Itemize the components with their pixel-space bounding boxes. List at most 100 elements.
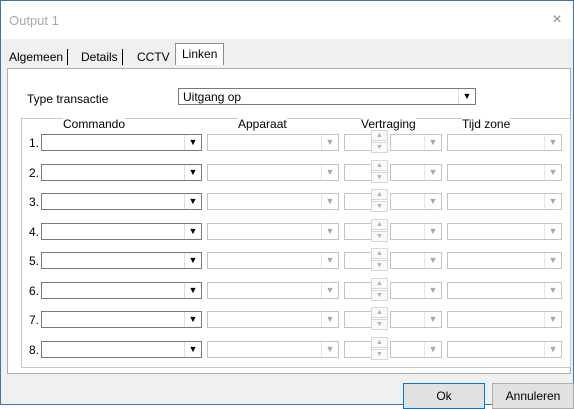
commando-select[interactable]: ▼ (41, 193, 202, 210)
commando-select[interactable]: ▼ (41, 164, 202, 181)
spin-up-icon[interactable]: ▲ (371, 278, 388, 289)
chevron-down-icon[interactable]: ▼ (321, 342, 338, 357)
vertraging-input[interactable] (344, 341, 372, 358)
chevron-down-icon[interactable]: ▼ (321, 165, 338, 180)
vertraging-spinner[interactable]: ▲ ▼ (371, 189, 388, 213)
chevron-down-icon[interactable]: ▼ (424, 342, 441, 357)
chevron-down-icon[interactable]: ▼ (544, 283, 561, 298)
type-transactie-select[interactable]: Uitgang op ▼ (178, 88, 476, 105)
vertraging-unit-select[interactable]: ▼ (390, 164, 442, 181)
vertraging-input[interactable] (344, 164, 372, 181)
spin-down-icon[interactable]: ▼ (371, 290, 388, 301)
chevron-down-icon[interactable]: ▼ (184, 135, 201, 150)
chevron-down-icon[interactable]: ▼ (424, 224, 441, 239)
chevron-down-icon[interactable]: ▼ (184, 253, 201, 268)
apparaat-select[interactable]: ▼ (207, 134, 339, 151)
vertraging-unit-select[interactable]: ▼ (390, 252, 442, 269)
vertraging-input[interactable] (344, 282, 372, 299)
tijd-zone-select[interactable]: ▼ (447, 252, 562, 269)
apparaat-select[interactable]: ▼ (207, 252, 339, 269)
tab-linken[interactable]: Linken (175, 43, 225, 65)
chevron-down-icon[interactable]: ▼ (184, 194, 201, 209)
spin-up-icon[interactable]: ▲ (371, 219, 388, 230)
tijd-zone-select[interactable]: ▼ (447, 164, 562, 181)
chevron-down-icon[interactable]: ▼ (424, 194, 441, 209)
chevron-down-icon[interactable]: ▼ (544, 135, 561, 150)
tijd-zone-select[interactable]: ▼ (447, 341, 562, 358)
chevron-down-icon[interactable]: ▼ (184, 165, 201, 180)
apparaat-select[interactable]: ▼ (207, 282, 339, 299)
tab-cctv[interactable]: CCTV (137, 49, 170, 65)
commando-select[interactable]: ▼ (41, 252, 202, 269)
vertraging-spinner[interactable]: ▲ ▼ (371, 219, 388, 243)
vertraging-unit-select[interactable]: ▼ (390, 193, 442, 210)
vertraging-spinner[interactable]: ▲ ▼ (371, 248, 388, 272)
tijd-zone-select[interactable]: ▼ (447, 223, 562, 240)
spin-up-icon[interactable]: ▲ (371, 337, 388, 348)
spin-down-icon[interactable]: ▼ (371, 319, 388, 330)
vertraging-input[interactable] (344, 193, 372, 210)
vertraging-unit-select[interactable]: ▼ (390, 341, 442, 358)
vertraging-input[interactable] (344, 223, 372, 240)
spin-up-icon[interactable]: ▲ (371, 248, 388, 259)
tijd-zone-select[interactable]: ▼ (447, 193, 562, 210)
chevron-down-icon[interactable]: ▼ (544, 312, 561, 327)
apparaat-select[interactable]: ▼ (207, 311, 339, 328)
vertraging-spinner[interactable]: ▲ ▼ (371, 278, 388, 302)
commando-select[interactable]: ▼ (41, 134, 202, 151)
vertraging-spinner[interactable]: ▲ ▼ (371, 337, 388, 361)
vertraging-unit-select[interactable]: ▼ (390, 223, 442, 240)
vertraging-spinner[interactable]: ▲ ▼ (371, 307, 388, 331)
chevron-down-icon[interactable]: ▼ (184, 224, 201, 239)
apparaat-select[interactable]: ▼ (207, 341, 339, 358)
vertraging-spinner[interactable]: ▲ ▼ (371, 130, 388, 154)
spin-up-icon[interactable]: ▲ (371, 160, 388, 171)
tijd-zone-select[interactable]: ▼ (447, 134, 562, 151)
vertraging-unit-select[interactable]: ▼ (390, 311, 442, 328)
spin-down-icon[interactable]: ▼ (371, 172, 388, 183)
chevron-down-icon[interactable]: ▼ (321, 283, 338, 298)
chevron-down-icon[interactable]: ▼ (321, 253, 338, 268)
chevron-down-icon[interactable]: ▼ (424, 253, 441, 268)
chevron-down-icon[interactable]: ▼ (184, 312, 201, 327)
chevron-down-icon[interactable]: ▼ (544, 165, 561, 180)
chevron-down-icon[interactable]: ▼ (424, 165, 441, 180)
chevron-down-icon[interactable]: ▼ (321, 135, 338, 150)
commando-select[interactable]: ▼ (41, 311, 202, 328)
spin-down-icon[interactable]: ▼ (371, 201, 388, 212)
chevron-down-icon[interactable]: ▼ (424, 312, 441, 327)
tijd-zone-select[interactable]: ▼ (447, 282, 562, 299)
commando-select[interactable]: ▼ (41, 282, 202, 299)
chevron-down-icon[interactable]: ▼ (321, 194, 338, 209)
spin-up-icon[interactable]: ▲ (371, 130, 388, 141)
spin-down-icon[interactable]: ▼ (371, 231, 388, 242)
vertraging-unit-select[interactable]: ▼ (390, 134, 442, 151)
chevron-down-icon[interactable]: ▼ (544, 342, 561, 357)
spin-up-icon[interactable]: ▲ (371, 189, 388, 200)
vertraging-input[interactable] (344, 252, 372, 269)
tijd-zone-select[interactable]: ▼ (447, 311, 562, 328)
spin-down-icon[interactable]: ▼ (371, 142, 388, 153)
commando-select[interactable]: ▼ (41, 223, 202, 240)
chevron-down-icon[interactable]: ▼ (458, 89, 475, 104)
chevron-down-icon[interactable]: ▼ (544, 253, 561, 268)
apparaat-select[interactable]: ▼ (207, 193, 339, 210)
tab-details[interactable]: Details (81, 49, 123, 65)
spin-down-icon[interactable]: ▼ (371, 349, 388, 360)
chevron-down-icon[interactable]: ▼ (424, 135, 441, 150)
vertraging-unit-select[interactable]: ▼ (390, 282, 442, 299)
chevron-down-icon[interactable]: ▼ (544, 194, 561, 209)
chevron-down-icon[interactable]: ▼ (544, 224, 561, 239)
chevron-down-icon[interactable]: ▼ (321, 312, 338, 327)
spin-up-icon[interactable]: ▲ (371, 307, 388, 318)
spin-down-icon[interactable]: ▼ (371, 260, 388, 271)
chevron-down-icon[interactable]: ▼ (184, 283, 201, 298)
close-icon[interactable]: × (547, 10, 567, 30)
vertraging-input[interactable] (344, 311, 372, 328)
vertraging-input[interactable] (344, 134, 372, 151)
tab-algemeen[interactable]: Algemeen (9, 49, 69, 65)
chevron-down-icon[interactable]: ▼ (184, 342, 201, 357)
chevron-down-icon[interactable]: ▼ (424, 283, 441, 298)
commando-select[interactable]: ▼ (41, 341, 202, 358)
cancel-button[interactable]: Annuleren (492, 383, 574, 409)
